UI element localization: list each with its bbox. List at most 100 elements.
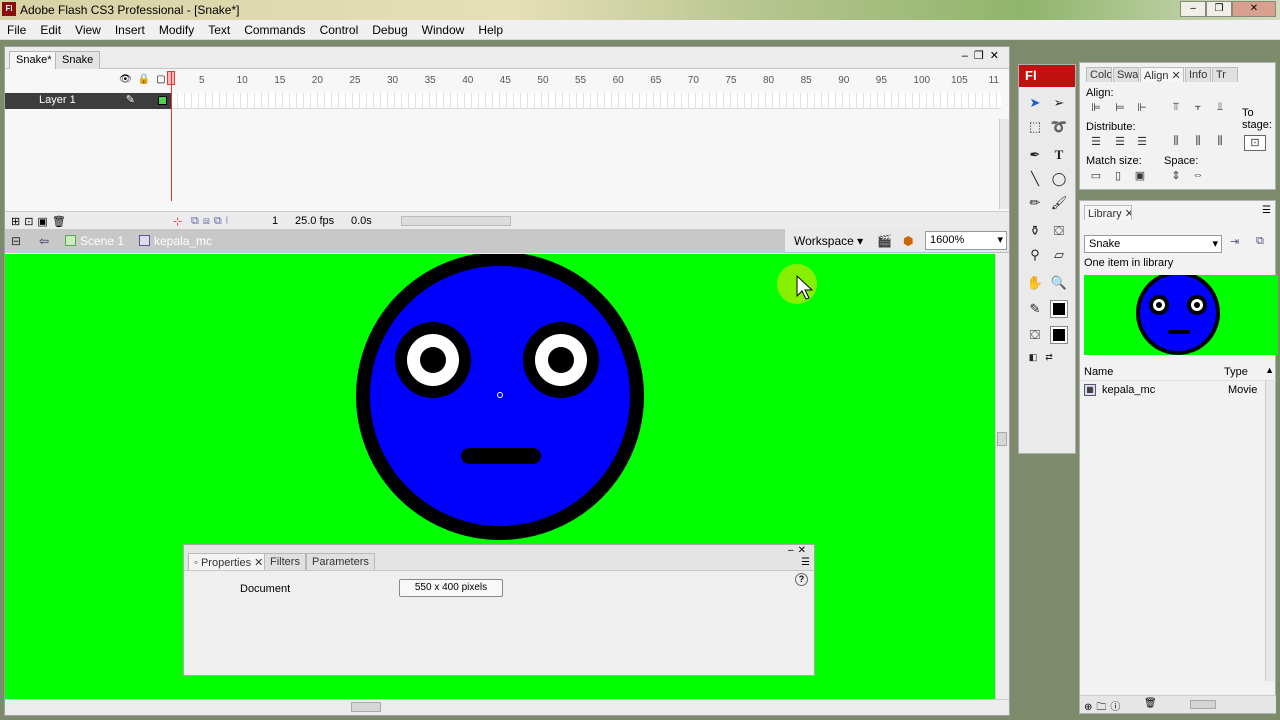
stage-hscroll-thumb[interactable] <box>351 702 381 712</box>
free-transform-icon[interactable]: ⬚ <box>1025 117 1045 137</box>
fill-color-icon[interactable]: ⛋ <box>1025 325 1045 345</box>
text-tool-icon[interactable]: T <box>1049 145 1069 165</box>
menu-commands[interactable]: Commands <box>237 20 312 37</box>
layer-outline-color-icon[interactable] <box>158 96 167 105</box>
menu-debug[interactable]: Debug <box>365 20 414 37</box>
library-document-select[interactable]: Snake ▾ <box>1084 235 1222 253</box>
brush-icon[interactable]: 🖌 <box>1049 193 1069 213</box>
selection-arrow-icon[interactable]: ➤ <box>1025 93 1045 113</box>
column-type[interactable]: Type <box>1224 366 1248 378</box>
align-bottom-icon[interactable]: ⫫ <box>1212 101 1228 115</box>
ink-bottle-icon[interactable]: ⚱ <box>1025 221 1045 241</box>
distribute-top-icon[interactable]: ☰ <box>1088 135 1104 149</box>
maximize-button[interactable]: ❐ <box>1206 1 1232 17</box>
stage-vscroll-thumb[interactable] <box>997 432 1007 446</box>
zoom-tool-icon[interactable]: 🔍 <box>1049 273 1069 293</box>
tab-filters[interactable]: Filters <box>264 553 306 570</box>
back-arrow-icon[interactable]: ⇦ <box>39 234 49 248</box>
distribute-hcenter-icon[interactable]: ⫼ <box>1190 135 1206 149</box>
document-size-button[interactable]: 550 x 400 pixels <box>399 579 503 597</box>
new-library-panel-icon[interactable]: ⧉ <box>1256 235 1264 248</box>
to-stage-toggle-icon[interactable]: ⊡ <box>1244 135 1266 151</box>
library-item-row[interactable]: ▦ kepala_mc Movie <box>1084 383 1264 399</box>
tab-properties[interactable]: ◦ Properties ✕ <box>188 553 270 570</box>
timeline-toggle-icon[interactable]: ⊟ <box>11 234 21 248</box>
library-menu-icon[interactable]: ☰ <box>1262 205 1271 216</box>
distribute-vcenter-icon[interactable]: ☰ <box>1112 135 1128 149</box>
pen-icon[interactable]: ✒ <box>1025 145 1045 165</box>
close-button[interactable]: ✕ <box>1232 1 1276 17</box>
edit-scene-icon[interactable]: 🎬 <box>877 234 892 248</box>
distribute-left-icon[interactable]: ⫼ <box>1168 135 1184 149</box>
menu-insert[interactable]: Insert <box>108 20 152 37</box>
layer-row[interactable]: Layer 1 ✎ <box>5 93 171 109</box>
timeline-ruler[interactable]: 5 10 15 20 25 30 35 40 45 50 55 60 65 70 75 80 85 90 95 100… <box>171 73 1001 89</box>
oval-tool-icon[interactable]: ◯ <box>1049 169 1069 189</box>
menu-edit[interactable]: Edit <box>33 20 68 37</box>
tab-swatches[interactable]: Swat <box>1113 67 1139 82</box>
space-horizontal-icon[interactable]: ⇔ <box>1190 169 1206 183</box>
layer-buttons-icon[interactable]: ⊞⊡▣🗑 <box>11 215 70 228</box>
stroke-swatch[interactable] <box>1050 300 1068 318</box>
menu-help[interactable]: Help <box>471 20 510 37</box>
layer-visibility-lock-outline-icons[interactable]: 👁🔒▢ <box>119 74 172 85</box>
align-right-icon[interactable]: ⊩ <box>1134 101 1150 115</box>
library-action-icons[interactable]: ⊕🗀ⓘ <box>1084 698 1124 717</box>
sort-icon[interactable]: ▲ <box>1265 365 1274 375</box>
workspace-dropdown[interactable]: Workspace ▾ <box>794 234 863 248</box>
align-vcenter-icon[interactable]: ⫟ <box>1190 101 1206 115</box>
line-tool-icon[interactable]: ╲ <box>1025 169 1045 189</box>
minimize-button[interactable]: – <box>1180 1 1206 17</box>
zoom-select[interactable]: 1600% ▾ <box>925 231 1007 250</box>
delete-icon[interactable]: 🗑 <box>1144 698 1157 709</box>
pencil-icon[interactable]: ✏ <box>1025 193 1045 213</box>
tab-snake-unsaved[interactable]: Snake* <box>9 51 59 69</box>
tab-transform[interactable]: Tr <box>1212 67 1238 82</box>
menu-window[interactable]: Window <box>415 20 472 37</box>
face-circle[interactable] <box>356 254 644 540</box>
tab-parameters[interactable]: Parameters <box>306 553 375 570</box>
align-hcenter-icon[interactable]: ⊨ <box>1112 101 1128 115</box>
stage-vertical-scrollbar[interactable] <box>995 254 1009 699</box>
fill-swatch[interactable] <box>1050 326 1068 344</box>
match-both-icon[interactable]: ▣ <box>1132 169 1148 183</box>
subselect-arrow-icon[interactable]: ➢ <box>1049 93 1069 113</box>
timeline-horizontal-scrollbar[interactable] <box>401 216 511 226</box>
tab-info[interactable]: Info <box>1185 67 1211 82</box>
menu-view[interactable]: View <box>68 20 108 37</box>
frame-rate[interactable]: 25.0 fps <box>295 215 334 227</box>
tab-library[interactable]: Library ✕ <box>1084 205 1132 220</box>
center-frame-icon[interactable]: ⊹ <box>173 215 182 228</box>
stage-horizontal-scrollbar[interactable] <box>5 699 1009 715</box>
space-vertical-icon[interactable]: ⇕ <box>1168 169 1184 183</box>
match-height-icon[interactable]: ▯ <box>1110 169 1126 183</box>
stroke-color-icon[interactable]: ✎ <box>1025 299 1045 319</box>
distribute-right-icon[interactable]: ⫼ <box>1212 135 1228 149</box>
document-window-controls[interactable]: –❐✕ <box>962 49 1005 62</box>
tab-color[interactable]: Color <box>1086 67 1112 82</box>
library-hscroll-thumb[interactable] <box>1190 700 1216 709</box>
hand-tool-icon[interactable]: ✋ <box>1025 273 1045 293</box>
lasso-icon[interactable]: ➰ <box>1049 117 1069 137</box>
pin-library-icon[interactable]: ⇥ <box>1230 235 1239 248</box>
edit-symbols-icon[interactable]: ⬢ <box>903 234 913 248</box>
column-name[interactable]: Name <box>1084 366 1113 378</box>
library-scrollbar[interactable] <box>1265 381 1275 681</box>
timeline-frames[interactable] <box>171 93 1001 109</box>
swap-colors-icon[interactable]: ⇄ <box>1039 347 1059 367</box>
breadcrumb-scene[interactable]: Scene 1 <box>65 234 124 248</box>
menu-file[interactable]: File <box>0 20 33 37</box>
panel-minimize-close-icons[interactable]: –✕ <box>788 545 810 556</box>
align-left-icon[interactable]: ⊫ <box>1088 101 1104 115</box>
help-icon[interactable]: ? <box>795 573 808 586</box>
match-width-icon[interactable]: ▭ <box>1088 169 1104 183</box>
tab-snake[interactable]: Snake <box>55 51 101 69</box>
eraser-icon[interactable]: ▱ <box>1049 245 1069 265</box>
panel-menu-icon[interactable]: ☰ <box>801 557 810 568</box>
menu-modify[interactable]: Modify <box>152 20 201 37</box>
eyedropper-icon[interactable]: ⚲ <box>1025 245 1045 265</box>
menu-control[interactable]: Control <box>313 20 366 37</box>
align-top-icon[interactable]: ⫪ <box>1168 101 1184 115</box>
timeline-vertical-scrollbar[interactable] <box>999 119 1009 209</box>
paint-bucket-icon[interactable]: ⛋ <box>1049 221 1069 241</box>
